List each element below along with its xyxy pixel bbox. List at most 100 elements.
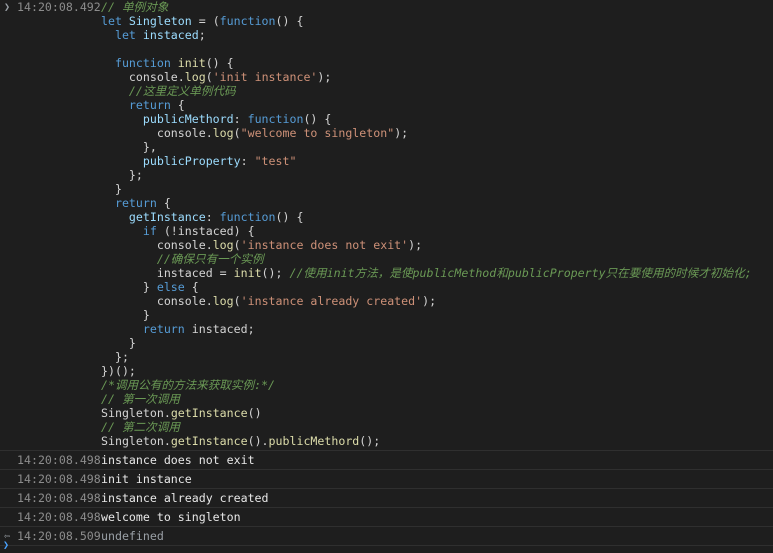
code-token: } xyxy=(101,308,150,322)
code-line: console.log('instance already created'); xyxy=(101,294,773,308)
code-line: publicMethord: function() { xyxy=(101,112,773,126)
code-token: ; xyxy=(198,28,206,42)
code-token: instaced xyxy=(142,28,199,42)
code-token: () { xyxy=(303,112,332,126)
code-token: Singleton. xyxy=(101,434,171,448)
console-input-entry[interactable]: ❯ 14:20:08.492 // 单例对象 let Singleton = (f… xyxy=(0,0,773,451)
code-token: })(); xyxy=(101,364,136,378)
code-line: console.log('init instance'); xyxy=(101,70,773,84)
log-message: welcome to singleton xyxy=(101,510,241,524)
code-line: // 单例对象 xyxy=(101,0,773,14)
code-token: Singleton xyxy=(128,14,192,28)
code-token: instaced = xyxy=(101,266,234,280)
code-line: Singleton.getInstance() xyxy=(101,406,773,420)
code-token: console. xyxy=(101,238,213,252)
code-token: publicMethord xyxy=(268,434,360,448)
console-prompt-icon[interactable]: ❯ xyxy=(3,540,9,551)
code-token: : xyxy=(233,112,248,126)
code-token: "welcome to singleton" xyxy=(240,126,395,140)
code-token: }; xyxy=(101,168,143,182)
code-line: return { xyxy=(101,98,773,112)
code-line: function init() { xyxy=(101,56,773,70)
code-token: } xyxy=(101,336,136,350)
code-token: //确保只有一个实例 xyxy=(101,252,264,266)
code-line: let instaced; xyxy=(101,28,773,42)
code-token: function xyxy=(247,112,304,126)
result-value: undefined xyxy=(101,529,164,543)
log-timestamp: 14:20:08.498 xyxy=(17,491,101,505)
console-log-entry[interactable]: 14:20:08.498 welcome to singleton xyxy=(0,508,773,527)
code-line: Singleton.getInstance().publicMethord(); xyxy=(101,434,773,448)
code-token: // 第二次调用 xyxy=(101,420,180,434)
code-token: /*调用公有的方法来获取实例:*/ xyxy=(101,378,276,392)
code-token: let xyxy=(101,28,143,42)
console-result-entry[interactable]: ⇦ 14:20:08.509 undefined xyxy=(0,527,773,546)
code-line: } xyxy=(101,308,773,322)
code-token: getInstance xyxy=(170,434,248,448)
code-line: }; xyxy=(101,350,773,364)
code-token: let xyxy=(101,14,129,28)
code-token: return xyxy=(101,196,164,210)
log-message: init instance xyxy=(101,472,192,486)
log-timestamp: 14:20:08.498 xyxy=(17,472,101,486)
code-token: : xyxy=(205,210,220,224)
code-token: ( xyxy=(205,70,213,84)
devtools-console: ❯ 14:20:08.492 // 单例对象 let Singleton = (f… xyxy=(0,0,773,553)
code-token: //这里定义单例代码 xyxy=(101,84,236,98)
code-token: log xyxy=(184,70,206,84)
code-token: instaced; xyxy=(191,322,255,336)
code-token: log xyxy=(212,294,234,308)
code-token: getInstance xyxy=(101,210,206,224)
chevron-right-icon[interactable]: ❯ xyxy=(2,1,12,15)
code-token: function xyxy=(101,56,178,70)
log-message: instance already created xyxy=(101,491,269,505)
code-token: ); xyxy=(422,294,437,308)
log-timestamp: 14:20:08.498 xyxy=(17,510,101,524)
code-block[interactable]: // 单例对象 let Singleton = (function() { let… xyxy=(0,0,773,448)
code-token: function xyxy=(219,14,276,28)
code-line: //确保只有一个实例 xyxy=(101,252,773,266)
code-token: //使用init方法，是使publicMethod和publicProperty… xyxy=(289,266,752,280)
code-token: }, xyxy=(101,140,157,154)
code-token: init xyxy=(177,56,206,70)
code-token: publicProperty xyxy=(101,154,241,168)
code-line: getInstance: function() { xyxy=(101,210,773,224)
code-token: () { xyxy=(205,56,234,70)
code-line: let Singleton = (function() { xyxy=(101,14,773,28)
code-token: (); xyxy=(261,266,290,280)
code-line: })(); xyxy=(101,364,773,378)
code-token: if xyxy=(101,224,164,238)
code-token: Singleton. xyxy=(101,406,171,420)
code-line: /*调用公有的方法来获取实例:*/ xyxy=(101,378,773,392)
code-token: function xyxy=(219,210,276,224)
code-token: { xyxy=(163,196,171,210)
code-token: }; xyxy=(101,350,129,364)
code-line: }; xyxy=(101,168,773,182)
code-line: } else { xyxy=(101,280,773,294)
console-log-entry[interactable]: 14:20:08.498 instance already created xyxy=(0,489,773,508)
code-token: log xyxy=(212,238,234,252)
code-token: publicMethord xyxy=(101,112,234,126)
code-token: ( xyxy=(233,294,241,308)
code-token: // 第一次调用 xyxy=(101,392,180,406)
code-token: () { xyxy=(275,210,304,224)
console-log-entry[interactable]: 14:20:08.498 instance does not exit xyxy=(0,451,773,470)
console-log-entry[interactable]: 14:20:08.498 init instance xyxy=(0,470,773,489)
code-line: // 第二次调用 xyxy=(101,420,773,434)
code-token: : xyxy=(240,154,255,168)
code-token: { xyxy=(191,280,199,294)
code-token: "test" xyxy=(254,154,297,168)
code-token: return xyxy=(101,98,178,112)
result-timestamp: 14:20:08.509 xyxy=(17,529,101,543)
code-token: ( xyxy=(233,126,241,140)
code-line: //这里定义单例代码 xyxy=(101,84,773,98)
code-token: 'instance does not exit' xyxy=(240,238,409,252)
code-token: } xyxy=(101,182,122,196)
code-token: (!instaced) { xyxy=(163,224,255,238)
code-line: if (!instaced) { xyxy=(101,224,773,238)
code-line: } xyxy=(101,336,773,350)
code-token: ); xyxy=(408,238,423,252)
code-token: return xyxy=(101,322,192,336)
log-timestamp: 14:20:08.498 xyxy=(17,453,101,467)
